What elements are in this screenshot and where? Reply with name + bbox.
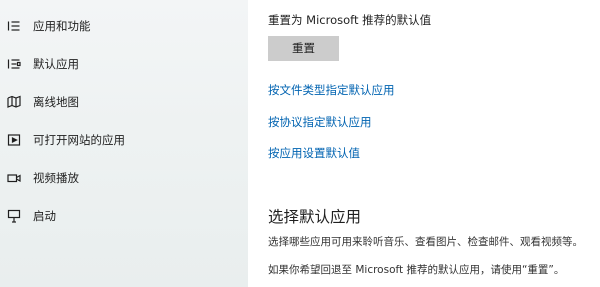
section-description: 选择哪些应用可用来聆听音乐、查看图片、检查邮件、观看视频等。 [268, 236, 583, 248]
sidebar: 应用和功能 默认应用 离线地图 可打开网站的应用 视频播放 启动 [0, 0, 248, 287]
reset-button[interactable]: 重置 [268, 36, 339, 61]
sidebar-item-offline-maps[interactable]: 离线地图 [0, 85, 248, 121]
link-by-app[interactable]: 按应用设置默认值 [268, 145, 360, 161]
link-by-file-type[interactable]: 按文件类型指定默认应用 [268, 82, 395, 98]
sidebar-item-startup[interactable]: 启动 [0, 199, 248, 235]
sidebar-item-default-apps[interactable]: 默认应用 [0, 47, 248, 83]
sidebar-item-label: 默认应用 [33, 57, 79, 71]
apps-list-icon [7, 19, 21, 33]
offline-maps-icon [7, 95, 21, 109]
sidebar-item-label: 可打开网站的应用 [33, 133, 125, 147]
default-apps-icon [7, 57, 21, 71]
sidebar-item-video-playback[interactable]: 视频播放 [0, 161, 248, 197]
sidebar-item-label: 离线地图 [33, 95, 79, 109]
sidebar-item-label: 应用和功能 [33, 19, 91, 33]
section-note: 如果你希望回退至 Microsoft 推荐的默认应用，请使用“重置”。 [268, 264, 565, 276]
main-content: 重置为 Microsoft 推荐的默认值 重置 按文件类型指定默认应用 按协议指… [248, 0, 600, 287]
video-playback-icon [7, 171, 21, 185]
sidebar-item-label: 启动 [33, 209, 56, 223]
reset-description: 重置为 Microsoft 推荐的默认值 [268, 13, 432, 27]
section-title: 选择默认应用 [268, 208, 362, 226]
startup-icon [7, 209, 21, 223]
sidebar-item-apps-features[interactable]: 应用和功能 [0, 9, 248, 45]
apps-for-websites-icon [7, 133, 21, 147]
sidebar-item-label: 视频播放 [33, 171, 79, 185]
sidebar-item-apps-for-websites[interactable]: 可打开网站的应用 [0, 123, 248, 159]
link-by-protocol[interactable]: 按协议指定默认应用 [268, 114, 372, 130]
